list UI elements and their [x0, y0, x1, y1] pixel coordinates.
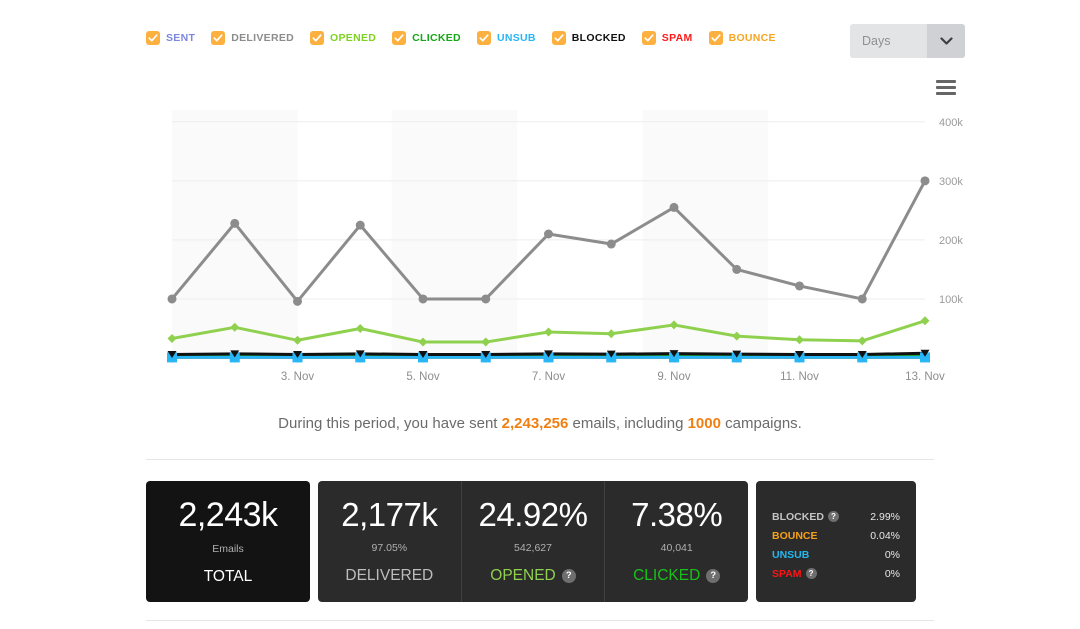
svg-text:300k: 300k — [939, 176, 963, 188]
legend-item-opened[interactable]: OPENED — [310, 31, 376, 45]
minor-stat-row-spam: SPAM? 0% — [772, 564, 900, 583]
question-mark-icon[interactable]: ? — [561, 569, 576, 583]
opened-label: OPENED ? — [490, 567, 576, 585]
minor-stat-label: BLOCKED — [772, 510, 824, 523]
legend-item-unsub[interactable]: UNSUB — [476, 31, 536, 45]
svg-text:9. Nov: 9. Nov — [657, 371, 690, 383]
stat-cards-row: 2,243k Emails TOTAL 2,177k 97.05% DELIVE… — [146, 481, 966, 602]
checkbox-checked-icon[interactable] — [310, 31, 325, 45]
minor-stat-label-group: BLOCKED? — [772, 511, 839, 523]
stat-card-delivered[interactable]: 2,177k 97.05% DELIVERED — [318, 481, 462, 602]
legend-item-sent[interactable]: SENT — [146, 31, 195, 45]
legend-item-label: BOUNCE — [728, 32, 776, 44]
opened-sublabel: 542,627 — [514, 542, 552, 554]
svg-text:11. Nov: 11. Nov — [780, 371, 819, 383]
minor-stat-value: 0% — [884, 548, 900, 561]
svg-text:3. Nov: 3. Nov — [281, 371, 314, 383]
legend-item-clicked[interactable]: CLICKED — [392, 31, 461, 45]
period-select[interactable]: Days — [850, 24, 965, 58]
summary-prefix: During this period, you have sent — [278, 415, 502, 432]
checkbox-checked-icon[interactable] — [146, 31, 160, 45]
minor-stat-value: 2.99% — [870, 510, 900, 523]
minor-stat-label: UNSUB — [772, 548, 810, 561]
summary-middle: emails, including — [568, 415, 688, 432]
total-value: 2,243k — [178, 495, 278, 534]
svg-text:7. Nov: 7. Nov — [532, 371, 565, 383]
legend-item-blocked[interactable]: BLOCKED — [551, 31, 626, 45]
stat-card-group: 2,177k 97.05% DELIVERED 24.92% 542,627 O… — [318, 481, 748, 602]
clicked-label-text: CLICKED — [633, 567, 701, 584]
minor-stat-row-bounce: BOUNCE 0.04% — [772, 526, 900, 545]
summary-emails-count: 2,243,256 — [501, 415, 569, 432]
checkbox-checked-icon[interactable] — [211, 31, 226, 45]
period-summary-text: During this period, you have sent 2,243,… — [0, 415, 1080, 432]
checkbox-checked-icon[interactable] — [551, 31, 566, 45]
divider-bottom — [146, 620, 934, 621]
email-statistics-chart: 100k 200k 300k 400k 3. Nov 5. Nov 7. Nov 9. Nov… — [0, 70, 1080, 390]
checkbox-checked-icon[interactable] — [476, 31, 491, 45]
legend-item-spam[interactable]: SPAM — [641, 31, 693, 45]
legend-item-delivered[interactable]: DELIVERED — [211, 31, 294, 45]
svg-text:200k: 200k — [939, 235, 963, 247]
summary-campaigns-count: 1000 — [687, 415, 721, 432]
period-select-value: Days — [862, 34, 891, 48]
legend-item-label: OPENED — [330, 32, 377, 44]
delivered-label: DELIVERED — [345, 567, 433, 585]
checkbox-checked-icon[interactable] — [641, 31, 656, 45]
checkbox-checked-icon[interactable] — [708, 31, 723, 45]
total-label-text: TOTAL — [203, 567, 253, 585]
clicked-value: 7.38% — [631, 496, 723, 533]
svg-text:13. Nov: 13. Nov — [905, 371, 945, 383]
hamburger-menu-icon[interactable] — [936, 80, 958, 98]
checkbox-checked-icon[interactable] — [392, 31, 407, 45]
svg-text:5. Nov: 5. Nov — [406, 371, 439, 383]
legend-item-label: BLOCKED — [571, 32, 626, 44]
delivered-value: 2,177k — [341, 496, 438, 533]
legend-item-label: SENT — [166, 32, 196, 44]
legend-item-label: SPAM — [661, 32, 693, 44]
minor-stat-row-blocked: BLOCKED? 2.99% — [772, 507, 900, 526]
opened-label-text: OPENED — [490, 567, 556, 584]
minor-stat-label-group: UNSUB — [772, 549, 809, 561]
minor-stat-label: BOUNCE — [772, 529, 818, 542]
legend-item-label: UNSUB — [496, 32, 536, 44]
svg-text:100k: 100k — [939, 294, 963, 306]
legend-item-bounce[interactable]: BOUNCE — [708, 31, 776, 45]
delivered-sublabel: 97.05% — [371, 542, 408, 554]
stat-card-clicked[interactable]: 7.38% 40,041 CLICKED ? — [605, 481, 748, 602]
clicked-label: CLICKED ? — [633, 567, 721, 585]
svg-text:400k: 400k — [939, 117, 963, 129]
minor-stat-label-group: SPAM? — [772, 568, 817, 580]
chart-legend-bar: SENT DELIVERED OPENED CLICKED UNSUB BLOCKED SP… — [0, 0, 1080, 72]
minor-stats-panel: BLOCKED? 2.99% BOUNCE 0.04% UNSUB 0% SPAM? 0% — [756, 481, 916, 602]
minor-stat-label-group: BOUNCE — [772, 530, 818, 542]
minor-stat-label: SPAM — [772, 567, 802, 580]
minor-stat-value: 0.04% — [870, 529, 900, 542]
legend-item-list: SENT DELIVERED OPENED CLICKED UNSUB BLOCKED SP… — [146, 31, 792, 45]
legend-item-label: DELIVERED — [231, 32, 295, 44]
total-sublabel: Emails — [212, 542, 244, 555]
chevron-down-icon[interactable] — [927, 24, 965, 58]
minor-stat-value: 0% — [884, 567, 900, 580]
question-mark-icon[interactable]: ? — [805, 568, 817, 579]
summary-suffix: campaigns. — [720, 415, 802, 432]
minor-stat-row-unsub: UNSUB 0% — [772, 545, 900, 564]
legend-item-label: CLICKED — [412, 32, 461, 44]
opened-value: 24.92% — [478, 496, 588, 533]
stat-card-total[interactable]: 2,243k Emails TOTAL — [146, 481, 310, 602]
divider-top — [146, 459, 934, 460]
delivered-label-text: DELIVERED — [345, 567, 434, 584]
question-mark-icon[interactable]: ? — [706, 569, 721, 583]
chart-canvas: 100k 200k 300k 400k 3. Nov 5. Nov 7. Nov 9. Nov… — [167, 110, 963, 383]
clicked-sublabel: 40,041 — [660, 542, 693, 554]
question-mark-icon[interactable]: ? — [827, 511, 839, 522]
stat-card-opened[interactable]: 24.92% 542,627 OPENED ? — [462, 481, 606, 602]
total-label: TOTAL — [204, 568, 253, 586]
